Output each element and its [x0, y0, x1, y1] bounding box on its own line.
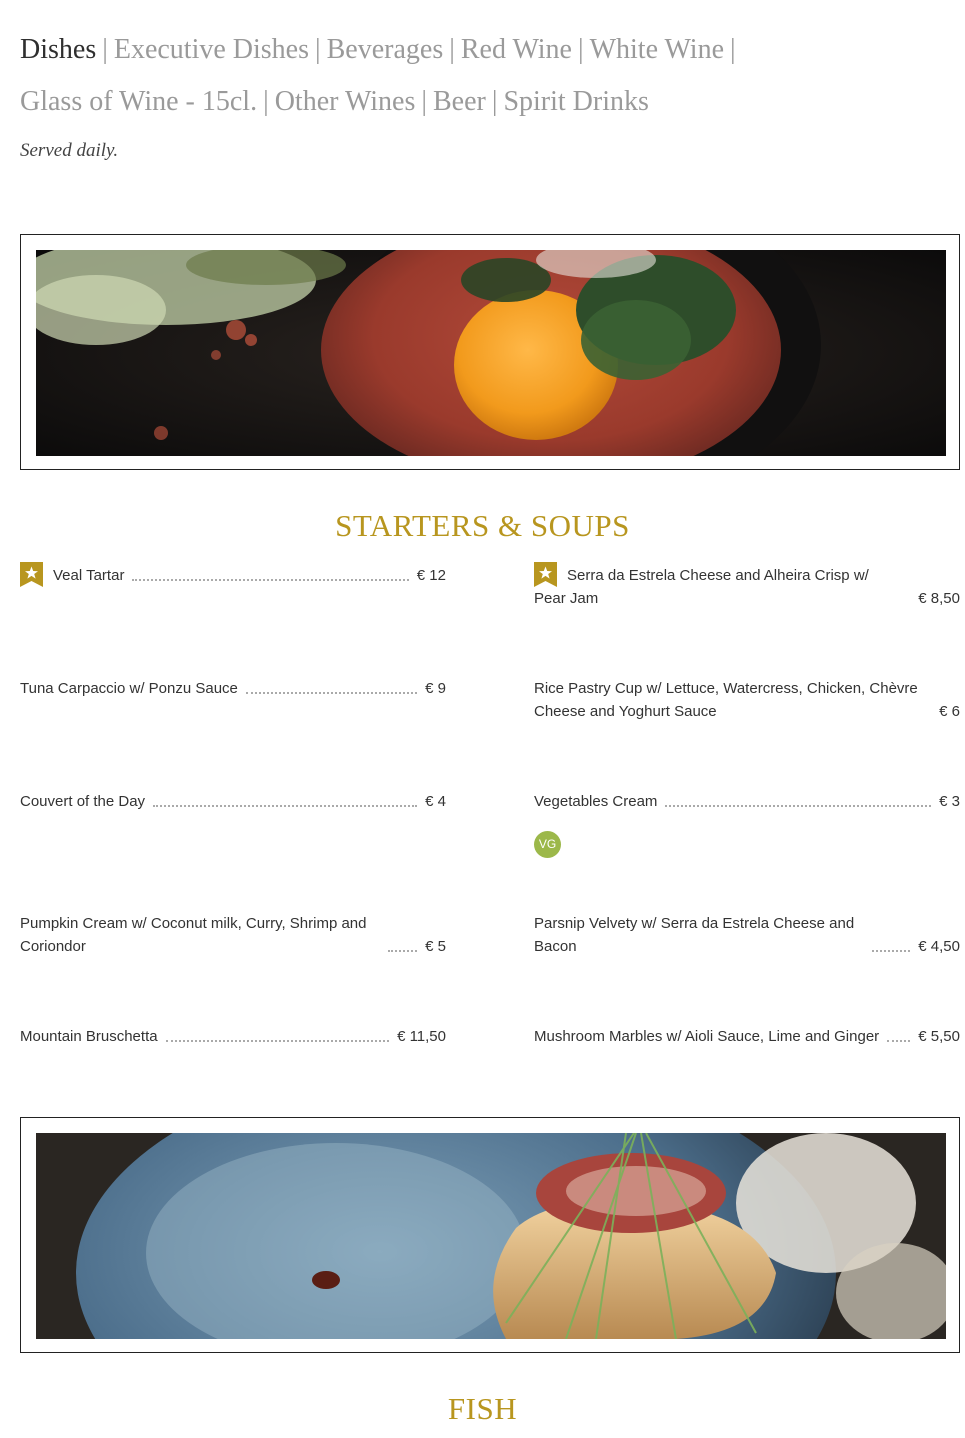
nav-separator: | — [449, 34, 455, 65]
nav-glass-of-wine[interactable]: Glass of Wine - 15cl. — [20, 86, 257, 117]
item-price: € 6 — [939, 703, 960, 720]
category-nav-row-2: Glass of Wine - 15cl. | Other Wines | Beer | S… — [20, 86, 649, 118]
dot-leader — [132, 579, 409, 581]
category-nav-row-1: Dishes | Executive Dishes | Beverages | Red Wi… — [20, 34, 742, 66]
menu-item: Serra da Estrela Cheese and Alheira Cris… — [534, 562, 960, 610]
dot-leader — [165, 1040, 390, 1042]
item-price: € 4 — [425, 793, 446, 810]
nav-separator: | — [491, 86, 498, 117]
nav-red-wine[interactable]: Red Wine — [461, 34, 572, 65]
vegan-badge: VG — [534, 831, 561, 858]
section-title-fish: FISH — [447, 1391, 518, 1426]
item-name: Pumpkin Cream w/ Coconut milk, Curry, Sh… — [20, 915, 367, 955]
item-name: Couvert of the Day — [20, 793, 146, 810]
menu-item: Veal Tartar € 12 — [20, 562, 446, 587]
dot-leader — [665, 805, 932, 807]
menu-item: Parsnip Velvety w/ Serra da Estrela Chee… — [534, 912, 960, 958]
nav-dishes[interactable]: Dishes — [20, 34, 96, 65]
item-name: Veal Tartar — [53, 567, 125, 584]
nav-beverages[interactable]: Beverages — [327, 34, 444, 65]
served-daily-note: Served daily. — [20, 140, 119, 161]
nav-white-wine[interactable]: White Wine — [590, 34, 724, 65]
nav-separator: | — [102, 34, 108, 65]
nav-executive-dishes[interactable]: Executive Dishes — [114, 34, 309, 65]
item-price: € 9 — [425, 680, 446, 697]
item-name: Mountain Bruschetta — [20, 1028, 158, 1045]
fish-photo-frame — [20, 1117, 960, 1353]
nav-separator: | — [315, 34, 321, 65]
nav-other-wines[interactable]: Other Wines — [275, 86, 416, 117]
dot-leader — [887, 1040, 911, 1042]
nav-spirit-drinks[interactable]: Spirit Drinks — [503, 86, 648, 117]
starters-photo-frame — [20, 234, 960, 470]
nav-separator: | — [730, 34, 736, 65]
item-name: Rice Pastry Cup w/ Lettuce, Watercress, … — [534, 680, 918, 720]
nav-separator: | — [421, 86, 427, 117]
star-icon — [20, 562, 43, 587]
item-price: € 5,50 — [918, 1028, 960, 1045]
nav-separator: | — [263, 86, 269, 117]
menu-item: Rice Pastry Cup w/ Lettuce, Watercress, … — [534, 677, 960, 723]
nav-separator: | — [577, 34, 584, 65]
item-name: Serra da Estrela Cheese and Alheira Cris… — [534, 567, 869, 607]
dot-leader — [872, 950, 911, 952]
starters-photo — [36, 250, 946, 456]
item-price: € 4,50 — [918, 938, 960, 955]
menu-item: Vegetables Cream € 3 — [534, 790, 960, 813]
item-price: € 11,50 — [397, 1028, 446, 1045]
menu-item: Tuna Carpaccio w/ Ponzu Sauce € 9 — [20, 677, 446, 700]
item-name: Parsnip Velvety w/ Serra da Estrela Chee… — [534, 915, 855, 955]
item-name: Mushroom Marbles w/ Aioli Sauce, Lime an… — [534, 1028, 880, 1045]
section-title-starters: STARTERS & SOUPS — [335, 508, 630, 543]
menu-item: Mushroom Marbles w/ Aioli Sauce, Lime an… — [534, 1025, 960, 1048]
fish-photo — [36, 1133, 946, 1339]
dot-leader — [388, 950, 418, 952]
nav-beer[interactable]: Beer — [433, 86, 486, 117]
star-icon — [534, 562, 557, 587]
menu-item: Couvert of the Day € 4 — [20, 790, 446, 813]
menu-item: Mountain Bruschetta € 11,50 — [20, 1025, 446, 1048]
menu-item: Pumpkin Cream w/ Coconut milk, Curry, Sh… — [20, 912, 446, 958]
dot-leader — [245, 692, 418, 694]
item-price: € 3 — [939, 793, 960, 810]
item-name: Tuna Carpaccio w/ Ponzu Sauce — [20, 680, 238, 697]
item-price: € 12 — [416, 567, 446, 584]
item-price: € 8,50 — [918, 590, 960, 607]
item-price: € 5 — [425, 938, 446, 955]
item-name: Vegetables Cream — [534, 793, 658, 810]
dot-leader — [153, 805, 418, 807]
